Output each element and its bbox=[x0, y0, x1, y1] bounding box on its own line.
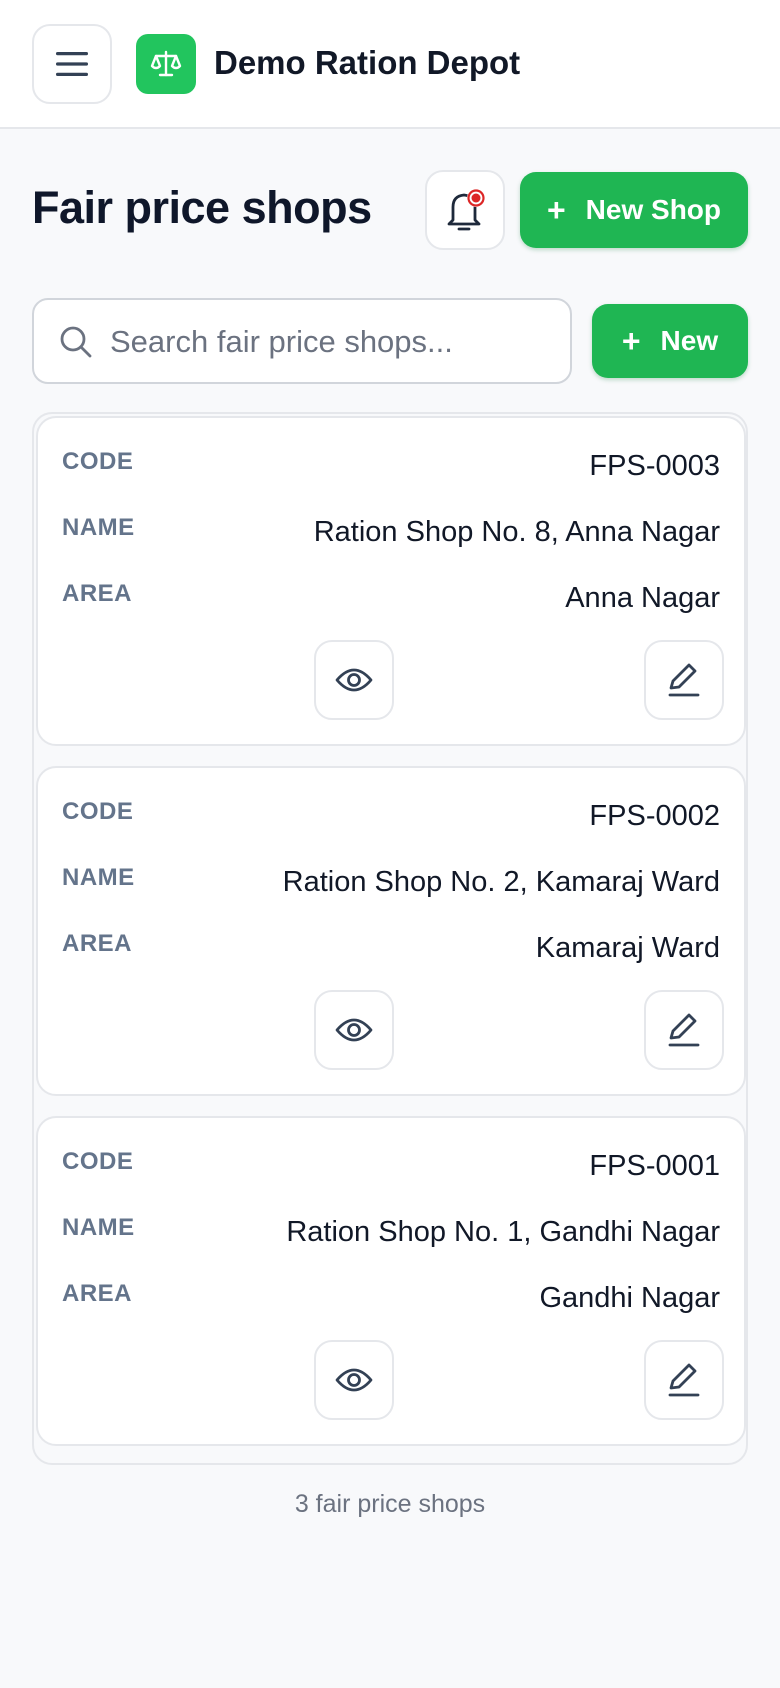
name-label: NAME bbox=[62, 1214, 135, 1241]
top-app-bar: Demo Ration Depot bbox=[0, 0, 780, 129]
notifications-button[interactable] bbox=[425, 170, 505, 250]
edit-button[interactable] bbox=[644, 990, 724, 1070]
results-count: 3 fair price shops bbox=[294, 1490, 486, 1518]
eye-icon bbox=[335, 668, 373, 692]
app-logo bbox=[136, 34, 196, 94]
area-label: AREA bbox=[62, 1280, 133, 1307]
code-value: FPS-0001 bbox=[589, 1150, 720, 1182]
plus-icon: + bbox=[546, 191, 566, 228]
name-value: Ration Shop No. 1, Gandhi Nagar bbox=[286, 1216, 720, 1248]
code-label: CODE bbox=[62, 1148, 134, 1175]
menu-button[interactable] bbox=[32, 24, 112, 104]
new-button[interactable]: + New bbox=[592, 304, 748, 378]
pencil-icon bbox=[668, 1013, 700, 1047]
area-label: AREA bbox=[62, 580, 133, 607]
search-input[interactable] bbox=[110, 318, 550, 366]
code-value: FPS-0002 bbox=[589, 800, 720, 832]
shop-card: CODE FPS-0003 NAME Ration Shop No. 8, An… bbox=[36, 416, 746, 746]
name-value: Ration Shop No. 8, Anna Nagar bbox=[313, 516, 720, 548]
code-value: FPS-0003 bbox=[589, 450, 720, 482]
area-label: AREA bbox=[62, 930, 133, 957]
name-label: NAME bbox=[62, 514, 135, 541]
name-label: NAME bbox=[62, 864, 135, 891]
area-value: Gandhi Nagar bbox=[539, 1282, 720, 1314]
shop-card: CODE FPS-0001 NAME Ration Shop No. 1, Ga… bbox=[36, 1116, 746, 1446]
bell-icon bbox=[447, 189, 485, 231]
shop-list: CODE FPS-0003 NAME Ration Shop No. 8, An… bbox=[32, 412, 748, 1465]
area-value: Anna Nagar bbox=[565, 582, 720, 614]
plus-icon: + bbox=[621, 322, 641, 359]
view-button[interactable] bbox=[314, 640, 394, 720]
pencil-icon bbox=[668, 663, 700, 697]
shop-card: CODE FPS-0002 NAME Ration Shop No. 2, Ka… bbox=[36, 766, 746, 1096]
area-value: Kamaraj Ward bbox=[535, 932, 720, 964]
view-button[interactable] bbox=[314, 990, 394, 1070]
new-label: New bbox=[660, 325, 719, 356]
eye-icon bbox=[335, 1368, 373, 1392]
page-title: Fair price shops bbox=[32, 182, 372, 233]
code-label: CODE bbox=[62, 448, 134, 475]
app-title: Demo Ration Depot bbox=[214, 44, 521, 81]
eye-icon bbox=[335, 1018, 373, 1042]
hamburger-menu-icon bbox=[56, 52, 88, 76]
search-icon bbox=[60, 326, 92, 358]
new-shop-button[interactable]: + New Shop bbox=[520, 172, 748, 248]
name-value: Ration Shop No. 2, Kamaraj Ward bbox=[282, 866, 720, 898]
edit-button[interactable] bbox=[644, 640, 724, 720]
view-button[interactable] bbox=[314, 1340, 394, 1420]
search-box bbox=[32, 298, 572, 384]
edit-button[interactable] bbox=[644, 1340, 724, 1420]
code-label: CODE bbox=[62, 798, 134, 825]
pencil-icon bbox=[668, 1363, 700, 1397]
new-shop-label: New Shop bbox=[585, 194, 722, 225]
scale-icon bbox=[150, 50, 182, 77]
